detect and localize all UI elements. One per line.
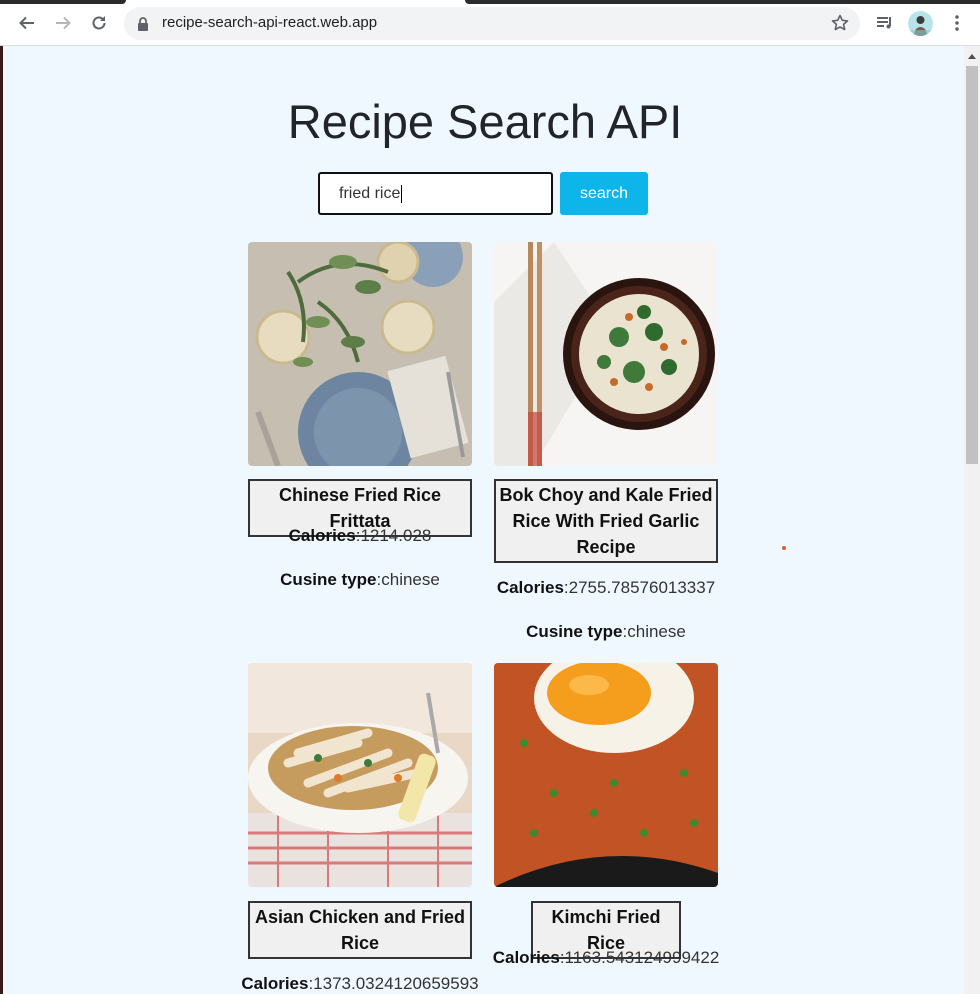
- back-icon[interactable]: [14, 10, 40, 36]
- cuisine-label: Cusine type: [280, 570, 377, 589]
- profile-avatar[interactable]: [908, 11, 933, 36]
- recipe-image-bowl-fried-rice: [494, 242, 718, 466]
- recipe-calories: Calories:2755.78576013337: [473, 578, 739, 598]
- recipe-image-kimchi-fried-rice: [494, 663, 718, 887]
- recipe-calories: Calories:1163.543124999422: [469, 948, 743, 968]
- page-title: Recipe Search API: [287, 95, 683, 148]
- address-bar[interactable]: recipe-search-api-react.web.app: [124, 7, 860, 40]
- recipe-cuisine: Cusine type:chinese: [248, 570, 472, 590]
- page-scrollbar[interactable]: [964, 46, 980, 994]
- recipe-title[interactable]: Bok Choy and Kale Fried Rice With Fried …: [494, 479, 718, 563]
- calories-label: Calories: [492, 948, 560, 967]
- calories-value: :2755.78576013337: [563, 578, 716, 597]
- url-text: recipe-search-api-react.web.app: [162, 14, 378, 31]
- media-queue-icon[interactable]: [872, 10, 898, 36]
- decorative-dot: [782, 546, 786, 550]
- calories-value: :1214.028: [355, 526, 432, 545]
- star-icon[interactable]: [830, 13, 850, 33]
- scroll-up-arrow-icon[interactable]: [968, 54, 976, 59]
- reload-icon[interactable]: [86, 10, 112, 36]
- calories-value: :1163.543124999422: [559, 948, 720, 967]
- cuisine-label: Cusine type: [526, 622, 623, 641]
- menu-icon[interactable]: [944, 10, 970, 36]
- lock-icon: [136, 16, 150, 32]
- search-input[interactable]: fried rice: [318, 172, 553, 215]
- cuisine-value: :chinese: [622, 622, 686, 641]
- browser-toolbar: recipe-search-api-react.web.app: [0, 0, 980, 46]
- recipe-cuisine: Cusine type:chinese: [494, 622, 718, 642]
- page-viewport: Recipe Search API fried rice search Chin…: [0, 46, 964, 994]
- recipe-image-chicken-rice: [248, 663, 472, 887]
- recipe-calories: Calories:1373.0324120659593: [228, 974, 492, 994]
- recipe-title[interactable]: Asian Chicken and Fried Rice: [248, 901, 472, 959]
- tab-strip-left: [0, 0, 126, 4]
- scrollbar-thumb[interactable]: [966, 66, 978, 464]
- recipe-image-table-setting: [248, 242, 472, 466]
- calories-label: Calories: [288, 526, 356, 545]
- text-caret: [401, 184, 403, 203]
- calories-value: :1373.0324120659593: [308, 974, 479, 993]
- calories-label: Calories: [241, 974, 309, 993]
- cuisine-value: :chinese: [376, 570, 440, 589]
- forward-icon[interactable]: [50, 10, 76, 36]
- recipe-calories: Calories:1214.028: [248, 526, 472, 546]
- calories-label: Calories: [496, 578, 564, 597]
- tab-strip-right: [465, 0, 980, 4]
- search-button[interactable]: search: [560, 172, 648, 215]
- search-input-value: fried rice: [339, 185, 401, 202]
